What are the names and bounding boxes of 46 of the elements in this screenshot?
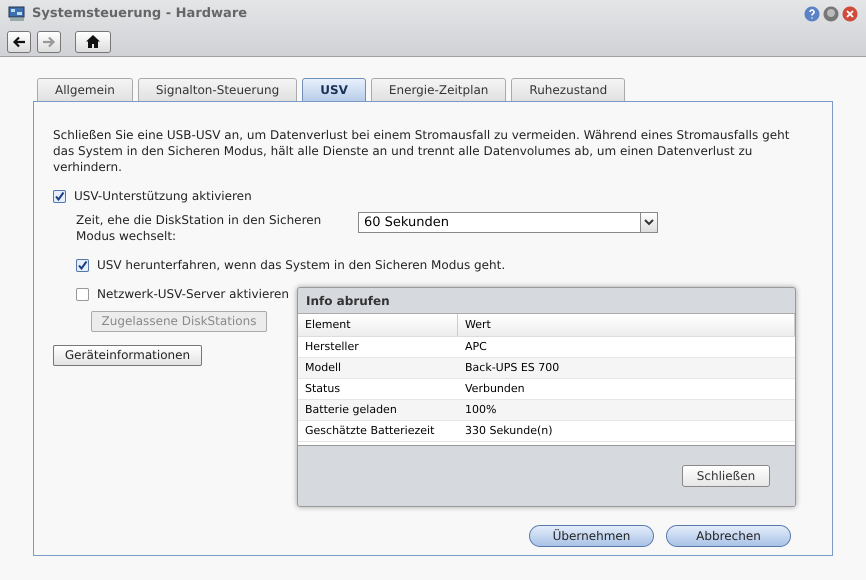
checkmark-icon [77,260,88,270]
tab[interactable]: Energie-Zeitplan [370,78,506,101]
window-title: Systemsteuerung - Hardware [32,4,248,23]
table-cell-text: Batterie geladen [304,402,398,418]
help-icon[interactable] [804,6,820,22]
description-text: Schließen Sie eine USB-USV an, um Datenverlust bei einem Stromausfall zu vermeiden. Während eines Stromausfalls geht das System in den Sicheren Modus, hält alle Dienste an und trennt alle Datenvolumes ab, um einen Datenverlust zu verhindern. [53,127,790,175]
dialog-button[interactable]: Abbrechen [666,525,791,547]
checkbox[interactable] [76,258,89,272]
checkbox-label: USV herunterfahren, wenn das System in den Sicheren Modus geht. [97,257,506,274]
minimize-icon[interactable] [823,6,839,22]
tab[interactable]: USV [302,78,366,101]
dialog-title: Info abrufen [306,292,390,310]
forward-button[interactable] [37,30,61,52]
checkbox[interactable] [53,190,66,202]
chevron-down-icon [644,219,654,226]
table-cell-text: Verbunden [464,380,526,397]
table-cell-text: Hersteller [304,338,360,355]
home-icon [86,35,100,48]
monitor-icon [8,6,26,22]
column-header[interactable]: Wert [458,314,795,336]
close-button[interactable]: Schließen [682,465,770,487]
checkbox[interactable] [76,288,89,300]
table-cell-text: 330 Sekunde(n) [464,422,554,439]
arrow-left-icon [12,36,26,48]
checkbox-label: USV-Unterstützung aktivieren [74,188,252,205]
table-cell-text: APC [464,338,488,355]
time-dropdown[interactable]: 60 Sekunden [358,212,658,233]
table-cell-text: Modell [304,360,342,376]
checkmark-icon [54,190,65,202]
tab[interactable]: Ruhezustand [511,78,626,101]
device-info-button[interactable]: Geräteinformationen [53,344,202,366]
close-icon[interactable] [842,6,858,22]
arrow-right-icon [42,36,56,48]
table-cell-text: Status [304,380,342,397]
column-header[interactable]: Element [298,314,458,336]
tab[interactable]: Allgemein [37,78,133,101]
checkbox-label: Netzwerk-USV-Server aktivieren [97,286,289,303]
dialog-button[interactable]: Übernehmen [529,525,654,547]
home-button[interactable] [75,30,111,52]
table-cell-text: Geschätzte Batteriezeit [304,422,436,439]
field-label: Zeit, ehe die DiskStation in den Sicheren Modus wechselt: [76,212,322,244]
dropdown-value: 60 Sekunden [363,214,450,232]
table-cell-text: 100% [464,402,498,418]
back-button[interactable] [7,30,31,52]
table-cell-text: Back-UPS ES 700 [464,360,560,376]
tab[interactable]: Signalton-Steuerung [138,78,298,101]
